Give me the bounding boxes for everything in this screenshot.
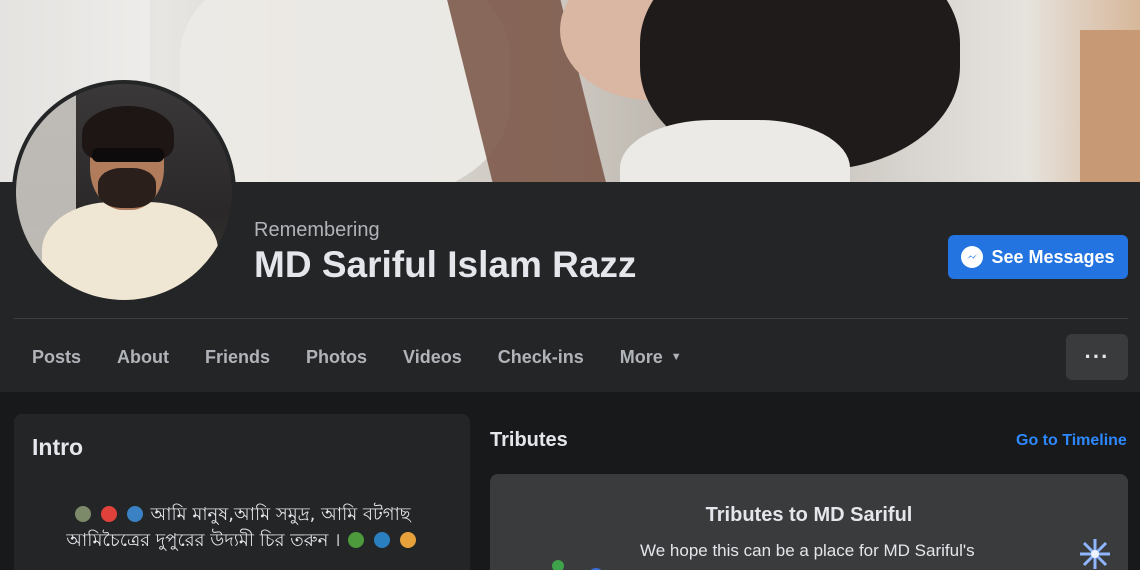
- profile-name: MD Sariful Islam Razz: [254, 244, 637, 285]
- go-to-timeline-link[interactable]: Go to Timeline: [1016, 432, 1127, 450]
- header-divider: [14, 318, 1128, 319]
- globe-emoji-icon: [373, 532, 390, 548]
- bio-line-1: আমি মানুষ,আমি সমুদ্র, আমি বটগাছ: [150, 504, 411, 525]
- profile-tabs: Posts About Friends Photos Videos Check-…: [14, 334, 700, 380]
- bio-line-2: আমিচৈত্রের দুপুরের উদ্যমী চির তরুন ।: [66, 530, 341, 551]
- intro-title: Intro: [32, 434, 84, 460]
- intro-card: Intro আমি মানুষ,আমি সমুদ্র, আমি বটগাছ আম…: [14, 414, 470, 570]
- tab-more[interactable]: More ▼: [602, 334, 700, 380]
- tab-more-label: More: [619, 346, 663, 367]
- tab-about[interactable]: About: [99, 334, 187, 380]
- remembering-label: Remembering: [254, 219, 380, 241]
- caret-down-icon: ▼: [670, 351, 682, 363]
- messenger-icon: [961, 246, 984, 268]
- tribute-heading: Tributes to MD Sariful: [705, 504, 913, 526]
- intro-bio: আমি মানুষ,আমি সমুদ্র, আমি বটগাছ আমিচৈত্র…: [32, 502, 452, 554]
- profile-picture[interactable]: [12, 80, 236, 304]
- tab-check-ins[interactable]: Check-ins: [480, 334, 602, 380]
- profile-page: Remembering MD Sariful Islam Razz See Me…: [0, 0, 1140, 570]
- flower-decoration-icon: [552, 560, 602, 570]
- palm-emoji-icon: [348, 532, 365, 548]
- tributes-title: Tributes: [490, 429, 568, 451]
- tribute-text: We hope this can be a place for MD Sarif…: [640, 541, 975, 560]
- see-messages-button[interactable]: See Messages: [948, 235, 1128, 279]
- star-emoji-icon: [101, 506, 118, 522]
- tab-friends[interactable]: Friends: [187, 334, 288, 380]
- emoji-icon: [75, 506, 92, 522]
- tab-posts[interactable]: Posts: [14, 334, 99, 380]
- tribute-card: Tributes to MD Sariful We hope this can …: [490, 474, 1128, 570]
- tab-photos[interactable]: Photos: [288, 334, 385, 380]
- tab-videos[interactable]: Videos: [385, 334, 480, 380]
- more-options-button[interactable]: ···: [1066, 334, 1128, 380]
- flower-decoration-icon: [1080, 539, 1110, 569]
- see-messages-label: See Messages: [991, 246, 1115, 267]
- boat-emoji-icon: [126, 506, 143, 522]
- rainbow-emoji-icon: [399, 532, 416, 548]
- ellipsis-icon: ···: [1084, 344, 1110, 369]
